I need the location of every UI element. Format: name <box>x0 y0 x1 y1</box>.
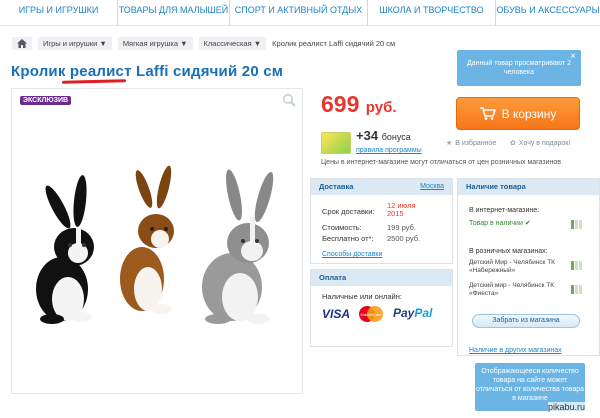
delivery-term-value: 12 июля 2015 <box>387 201 416 218</box>
price: 699 руб. <box>321 91 397 118</box>
watermark: pikabu.ru <box>548 402 586 412</box>
paypal-part-a: Pay <box>393 306 415 320</box>
bonus-amount: +34 бонуса <box>356 128 411 143</box>
check-icon: ✔ <box>524 220 531 227</box>
product-image[interactable]: ЭКСКЛЮЗИВ <box>11 88 303 394</box>
breadcrumb-soft-toys[interactable]: Мягкая игрушка ▼ <box>117 36 193 50</box>
breadcrumb-toys[interactable]: Игры и игрушки ▼ <box>38 36 112 50</box>
gift-icon: ✿ <box>510 140 516 147</box>
add-to-cart-button[interactable]: В корзину <box>456 97 580 130</box>
exclusive-badge: ЭКСКЛЮЗИВ <box>20 96 72 105</box>
breadcrumb-classic[interactable]: Классическая ▼ <box>198 36 267 50</box>
wishlist-link[interactable]: ★ В избранное <box>446 139 496 148</box>
page-title: Кролик реалист Laffi сидячий 20 см <box>11 63 284 80</box>
paypal-logo: PayPal <box>393 306 432 320</box>
nav-item-school[interactable]: ШКОЛА И ТВОРЧЕСТВО <box>368 0 496 26</box>
online-stock-status: Товар в наличии ✔ <box>469 220 531 227</box>
highlight-underline <box>61 79 127 84</box>
other-stores-link[interactable]: Наличие в других магазинах <box>469 347 562 354</box>
stock-header: Наличие товара <box>458 179 599 195</box>
delivery-panel: Доставка Москва Срок доставки: 12 июля 20… <box>310 178 453 264</box>
retail-stock-label: В розничных магазинах: <box>469 248 548 255</box>
breadcrumb: Игры и игрушки ▼ Мягкая игрушка ▼ Класси… <box>12 36 395 50</box>
delivery-city-link[interactable]: Москва <box>420 179 444 195</box>
viewers-notice: Данный товар просматривают 2 человека × <box>457 50 581 86</box>
nav-item-toys[interactable]: ИГРЫ И ИГРУШКИ <box>0 0 118 26</box>
delivery-header: Доставка Москва <box>311 179 452 195</box>
nav-item-sport[interactable]: СПОРТ И АКТИВНЫЙ ОТДЫХ <box>230 0 368 26</box>
gift-link[interactable]: ✿ Хочу в подарок! <box>510 139 570 148</box>
store-stock-level <box>571 285 582 294</box>
add-to-cart-label: В корзину <box>501 106 557 121</box>
zoom-icon[interactable] <box>282 93 296 107</box>
mastercard-logo: MasterCard <box>359 306 383 322</box>
price-currency: руб. <box>365 99 397 116</box>
delivery-methods-link[interactable]: Способы доставки <box>322 251 382 258</box>
price-disclaimer: Цены в интернет-магазине могут отличатьс… <box>321 159 561 166</box>
paypal-part-b: Pal <box>414 306 433 320</box>
delivery-term-label: Срок доставки: <box>322 207 375 216</box>
store-item[interactable]: Детский Мир - Челябинск ТК «Набережный» <box>469 259 569 275</box>
payment-panel: Оплата Наличные или онлайн: VISA MasterC… <box>310 269 453 347</box>
pickup-button[interactable]: Забрать из магазина <box>472 314 580 328</box>
payment-header: Оплата <box>311 270 452 286</box>
delivery-free-value: 2500 руб. <box>387 234 421 243</box>
bunny-photo <box>36 165 274 324</box>
price-value: 699 <box>321 91 360 117</box>
cart-icon <box>479 107 496 120</box>
home-icon[interactable] <box>12 36 32 50</box>
online-stock-label: В интернет-магазине: <box>469 207 540 214</box>
price-box: 699 руб. В корзину +34 бонуса правила пр… <box>310 88 600 174</box>
delivery-cost-label: Стоимость: <box>322 223 362 232</box>
store-item[interactable]: Детский мир - Челябинск ТК «Фиеста» <box>469 282 569 298</box>
online-stock-level <box>571 220 582 229</box>
bonus-rules-link[interactable]: правила программы <box>356 147 422 154</box>
nav-item-shoes[interactable]: ОБУВЬ И АКСЕССУАРЫ <box>496 0 600 26</box>
payment-text: Наличные или онлайн: <box>322 292 402 301</box>
store-stock-level <box>571 261 582 270</box>
nav-item-baby[interactable]: ТОВАРЫ ДЛЯ МАЛЫШЕЙ <box>118 0 230 26</box>
top-navigation: ИГРЫ И ИГРУШКИ ТОВАРЫ ДЛЯ МАЛЫШЕЙ СПОРТ … <box>0 0 600 26</box>
visa-logo: VISA <box>322 307 351 321</box>
bonus-card-icon <box>321 132 351 154</box>
breadcrumb-current: Кролик реалист Laffi сидячий 20 см <box>272 38 396 48</box>
star-icon: ★ <box>446 140 453 147</box>
delivery-cost-value: 199 руб. <box>387 223 416 232</box>
mastercard-text: MasterCard <box>361 312 382 317</box>
close-icon[interactable]: × <box>570 52 576 62</box>
page: ИГРЫ И ИГРУШКИ ТОВАРЫ ДЛЯ МАЛЫШЕЙ СПОРТ … <box>0 0 600 418</box>
delivery-free-label: Бесплатно от*: <box>322 234 374 243</box>
stock-panel: Наличие товара В интернет-магазине: Това… <box>457 178 600 356</box>
